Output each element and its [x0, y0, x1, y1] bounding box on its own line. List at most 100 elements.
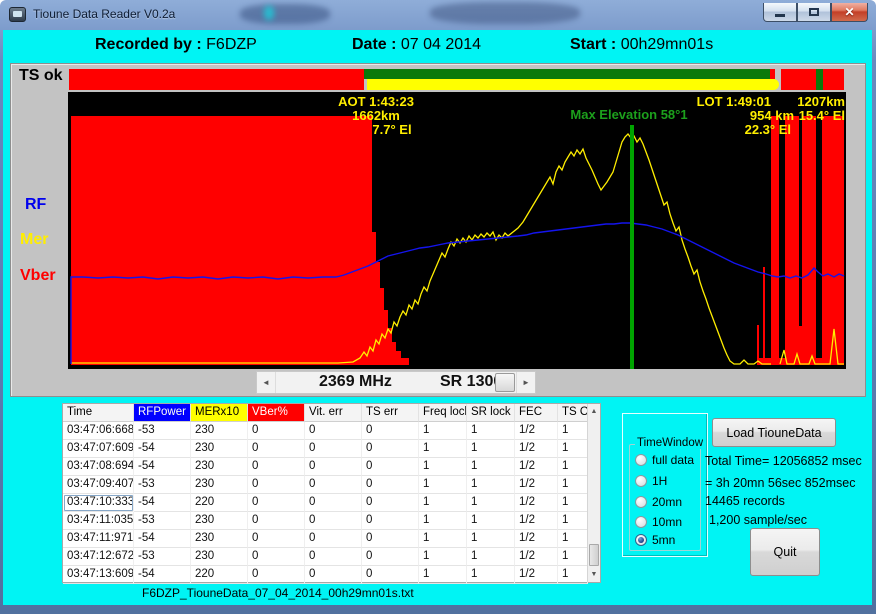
- table-cell[interactable]: 03:47:06:668: [63, 422, 134, 440]
- scroll-up-icon[interactable]: ▲: [588, 404, 600, 419]
- column-header[interactable]: Freq lock: [419, 404, 467, 422]
- table-cell[interactable]: -54: [134, 440, 191, 458]
- table-cell[interactable]: 1: [558, 458, 588, 476]
- column-header[interactable]: TS err: [362, 404, 419, 422]
- table-cell[interactable]: 1/2: [515, 476, 558, 494]
- table-cell[interactable]: 220: [191, 494, 248, 512]
- table-cell[interactable]: 1: [558, 476, 588, 494]
- scroll-down-icon[interactable]: ▼: [588, 567, 600, 582]
- table-cell[interactable]: 1: [467, 422, 515, 440]
- table-row[interactable]: 03:47:07:609-54230000111/21: [63, 440, 588, 458]
- table-cell[interactable]: 230: [191, 548, 248, 566]
- table-row[interactable]: 03:47:08:694-54230000111/21: [63, 458, 588, 476]
- table-cell[interactable]: 1: [558, 548, 588, 566]
- table-cell[interactable]: 1: [419, 530, 467, 548]
- close-button[interactable]: ✕: [831, 3, 868, 22]
- table-cell[interactable]: 1/2: [515, 494, 558, 512]
- table-cell[interactable]: 03:47:07:609: [63, 440, 134, 458]
- table-cell[interactable]: 1/2: [515, 440, 558, 458]
- radio-selected-icon[interactable]: [635, 534, 647, 546]
- table-cell[interactable]: 0: [305, 476, 362, 494]
- column-header[interactable]: Time: [63, 404, 134, 422]
- timewindow-option-1H[interactable]: 1H: [635, 474, 667, 488]
- column-header[interactable]: VBer%: [248, 404, 305, 422]
- table-cell[interactable]: 0: [305, 566, 362, 584]
- table-row[interactable]: 03:47:11:971-54230000111/21: [63, 530, 588, 548]
- column-header[interactable]: SR lock: [467, 404, 515, 422]
- table-cell[interactable]: 1: [419, 458, 467, 476]
- scrollbar-thumb[interactable]: [495, 373, 515, 392]
- table-cell[interactable]: 220: [191, 566, 248, 584]
- table-cell[interactable]: -54: [134, 458, 191, 476]
- table-cell[interactable]: 03:47:09:407: [63, 476, 134, 494]
- table-cell[interactable]: 1/2: [515, 530, 558, 548]
- table-cell[interactable]: 1: [558, 512, 588, 530]
- table-cell[interactable]: 0: [305, 458, 362, 476]
- table-row[interactable]: 03:47:09:407-53230000111/21: [63, 476, 588, 494]
- table-cell[interactable]: 1: [558, 566, 588, 584]
- table-cell[interactable]: 1: [558, 530, 588, 548]
- radio-icon[interactable]: [635, 454, 647, 466]
- table-cell[interactable]: 230: [191, 530, 248, 548]
- table-cell[interactable]: 230: [191, 476, 248, 494]
- table-cell[interactable]: 230: [191, 512, 248, 530]
- table-cell[interactable]: 1/2: [515, 566, 558, 584]
- table-cell[interactable]: 1: [419, 422, 467, 440]
- table-cell[interactable]: 0: [248, 422, 305, 440]
- table-cell[interactable]: 0: [305, 512, 362, 530]
- column-header[interactable]: Vit. err: [305, 404, 362, 422]
- radio-icon[interactable]: [635, 475, 647, 487]
- title-bar[interactable]: Tioune Data Reader V0.2a ✕: [0, 0, 876, 30]
- column-header[interactable]: MERx10: [191, 404, 248, 422]
- maximize-button[interactable]: [797, 3, 831, 22]
- table-cell[interactable]: 1: [419, 440, 467, 458]
- table-scrollbar-thumb[interactable]: [589, 544, 599, 566]
- table-cell[interactable]: -53: [134, 422, 191, 440]
- table-cell[interactable]: 0: [248, 440, 305, 458]
- table-cell[interactable]: 0: [362, 440, 419, 458]
- table-cell[interactable]: 03:47:11:035: [63, 512, 134, 530]
- timewindow-option-10mn[interactable]: 10mn: [635, 515, 682, 529]
- radio-icon[interactable]: [635, 516, 647, 528]
- table-cell[interactable]: 1: [467, 476, 515, 494]
- table-cell[interactable]: -53: [134, 512, 191, 530]
- table-cell[interactable]: 1: [419, 566, 467, 584]
- table-cell[interactable]: 1: [467, 548, 515, 566]
- table-cell[interactable]: 1: [467, 494, 515, 512]
- table-cell[interactable]: 0: [362, 494, 419, 512]
- table-row[interactable]: 03:47:06:668-53230000111/21: [63, 422, 588, 440]
- radio-icon[interactable]: [635, 496, 647, 508]
- table-row[interactable]: 03:47:10:333-54220000111/21: [63, 494, 588, 512]
- table-cell[interactable]: 0: [305, 494, 362, 512]
- scroll-left-icon[interactable]: ◄: [257, 372, 276, 393]
- table-cell[interactable]: 03:47:11:971: [63, 530, 134, 548]
- table-cell[interactable]: 0: [362, 548, 419, 566]
- column-header[interactable]: RFPower: [134, 404, 191, 422]
- table-cell[interactable]: 1: [419, 494, 467, 512]
- table-cell[interactable]: 1: [467, 530, 515, 548]
- table-cell[interactable]: 0: [305, 530, 362, 548]
- table-cell[interactable]: 0: [362, 422, 419, 440]
- table-row[interactable]: 03:47:11:035-53230000111/21: [63, 512, 588, 530]
- timewindow-option-5mn[interactable]: 5mn: [635, 533, 675, 547]
- table-cell[interactable]: 1: [558, 494, 588, 512]
- table-cell[interactable]: -53: [134, 548, 191, 566]
- table-cell[interactable]: 0: [305, 440, 362, 458]
- table-cell[interactable]: 1/2: [515, 512, 558, 530]
- table-cell[interactable]: 1: [419, 476, 467, 494]
- scroll-right-icon[interactable]: ►: [516, 372, 535, 393]
- table-cell[interactable]: 230: [191, 422, 248, 440]
- table-cell[interactable]: 0: [248, 512, 305, 530]
- table-cell[interactable]: 0: [248, 458, 305, 476]
- table-cell[interactable]: 0: [362, 458, 419, 476]
- table-cell[interactable]: 1/2: [515, 458, 558, 476]
- table-cell[interactable]: 230: [191, 458, 248, 476]
- table-row[interactable]: 03:47:13:609-54220000111/21: [63, 566, 588, 584]
- table-cell[interactable]: 1: [558, 422, 588, 440]
- timewindow-option-20mn[interactable]: 20mn: [635, 495, 682, 509]
- table-cell[interactable]: 1: [467, 512, 515, 530]
- load-tiounedata-button[interactable]: Load TiouneData: [712, 418, 836, 447]
- table-cell[interactable]: -54: [134, 566, 191, 584]
- table-cell[interactable]: 1: [558, 440, 588, 458]
- table-cell[interactable]: -53: [134, 476, 191, 494]
